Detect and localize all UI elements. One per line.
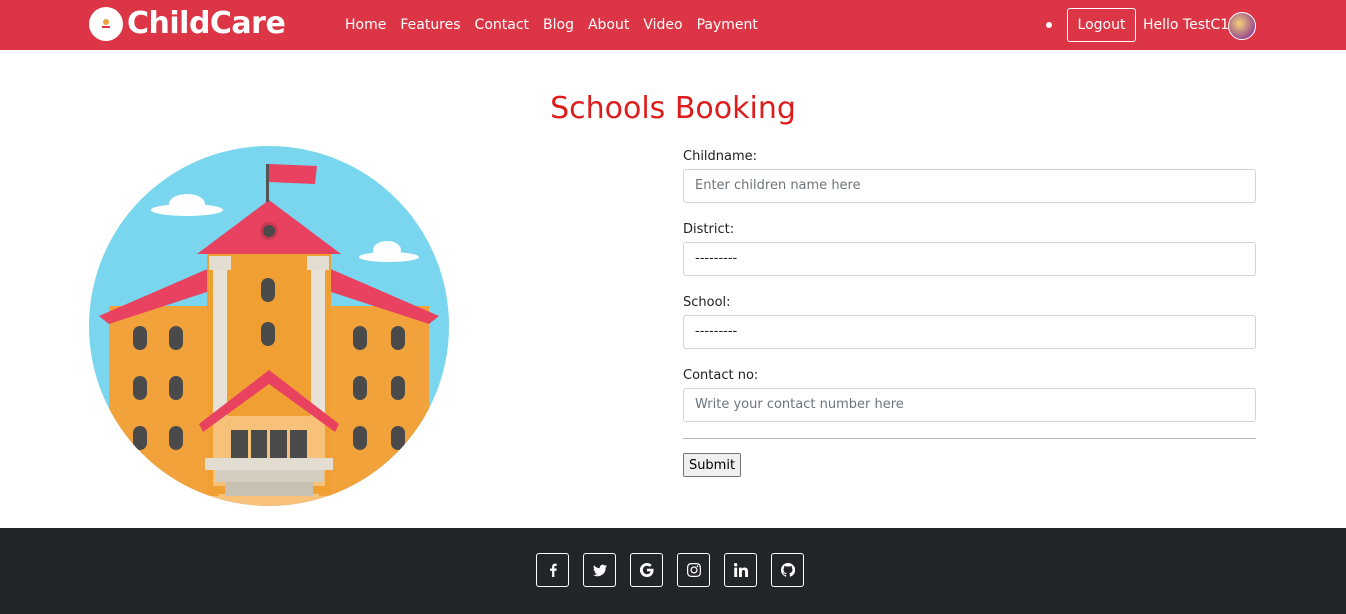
school-illustration	[89, 146, 449, 506]
nav-payment[interactable]: Payment	[697, 15, 758, 35]
form-divider	[683, 438, 1256, 439]
page-title: Schools Booking	[550, 91, 796, 126]
user-greeting: Hello TestC1	[1143, 17, 1230, 33]
github-button[interactable]	[771, 553, 804, 587]
navbar: ChildCare Home Features Contact Blog Abo…	[0, 0, 1346, 50]
footer	[0, 528, 1346, 614]
nav-features[interactable]: Features	[400, 15, 460, 35]
google-icon	[639, 563, 654, 577]
nav-links: Home Features Contact Blog About Video P…	[345, 15, 772, 35]
contact-input[interactable]: Write your contact number here	[683, 388, 1256, 422]
instagram-button[interactable]	[677, 553, 710, 587]
contact-group: Contact no: Write your contact number he…	[683, 367, 1256, 422]
nav-contact[interactable]: Contact	[475, 15, 529, 35]
brand-logo-icon	[89, 7, 123, 41]
submit-button[interactable]: Submit	[683, 453, 741, 477]
booking-form: Childname: Enter children name here Dist…	[683, 148, 1256, 477]
twitter-icon	[592, 564, 607, 577]
google-button[interactable]	[630, 553, 663, 587]
school-group: School: ---------	[683, 294, 1256, 349]
childname-group: Childname: Enter children name here	[683, 148, 1256, 203]
childname-input[interactable]: Enter children name here	[683, 169, 1256, 203]
github-icon	[780, 563, 795, 577]
logout-button[interactable]: Logout	[1067, 8, 1136, 42]
brand[interactable]: ChildCare	[89, 5, 286, 43]
school-label: School:	[683, 295, 731, 310]
facebook-button[interactable]	[536, 553, 569, 587]
contact-label: Contact no:	[683, 368, 759, 383]
linkedin-button[interactable]	[724, 553, 757, 587]
twitter-button[interactable]	[583, 553, 616, 587]
district-group: District: ---------	[683, 221, 1256, 276]
brand-name: ChildCare	[127, 6, 286, 41]
social-links	[536, 553, 818, 587]
nav-home[interactable]: Home	[345, 15, 386, 35]
avatar[interactable]	[1228, 12, 1256, 40]
facebook-icon	[549, 563, 557, 577]
nav-dot-icon	[1046, 22, 1052, 28]
linkedin-icon	[733, 563, 748, 577]
school-select[interactable]: ---------	[683, 315, 1256, 349]
childname-label: Childname:	[683, 149, 758, 164]
nav-blog[interactable]: Blog	[543, 15, 574, 35]
instagram-icon	[686, 563, 701, 577]
district-select[interactable]: ---------	[683, 242, 1256, 276]
district-label: District:	[683, 222, 735, 237]
nav-video[interactable]: Video	[643, 15, 682, 35]
nav-about[interactable]: About	[588, 15, 629, 35]
